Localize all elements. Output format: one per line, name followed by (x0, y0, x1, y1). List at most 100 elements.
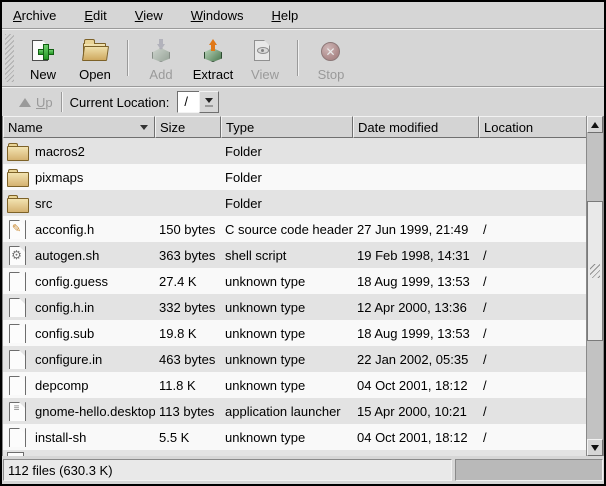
table-row[interactable]: src Folder (3, 190, 589, 216)
scroll-down-button[interactable] (587, 439, 603, 456)
table-row[interactable]: config.guess 27.4 K unknown type 18 Aug … (3, 268, 589, 294)
file-location-cell: / (479, 430, 589, 445)
table-row[interactable]: ≡ gnome-hello.desktop 113 bytes applicat… (3, 398, 589, 424)
file-date-cell: 04 Oct 2001, 18:12 (353, 378, 479, 393)
file-name: depcomp (35, 378, 88, 393)
column-header-label: Type (226, 120, 254, 135)
folder-icon (7, 167, 29, 187)
file-location-cell: / (479, 378, 589, 393)
table-row[interactable]: ✎ acconfig.h 150 bytes C source code hea… (3, 216, 589, 242)
table-row[interactable]: config.sub 19.8 K unknown type 18 Aug 19… (3, 320, 589, 346)
file-name-cell: pixmaps (3, 167, 155, 187)
open-button[interactable]: Open (69, 32, 121, 84)
file-name-cell: ✎ acconfig.h (3, 219, 155, 239)
file-name-cell: config.h.in (3, 297, 155, 317)
table-row[interactable]: pixmaps Folder (3, 164, 589, 190)
status-bar: 112 files (630.3 K) (2, 456, 604, 484)
file-size-cell: 19.8 K (155, 326, 221, 341)
file-size-cell: 5.5 K (155, 430, 221, 445)
arrow-down-icon (591, 445, 599, 451)
file-name: install-sh (35, 430, 86, 445)
toolbar-button-label: Extract (193, 67, 233, 82)
file-name-cell: configure.in (3, 349, 155, 369)
file-name-cell: src (3, 193, 155, 213)
vertical-scrollbar[interactable] (586, 116, 603, 456)
document-icon (7, 297, 29, 317)
file-type-cell: unknown type (221, 430, 353, 445)
file-type-cell: unknown type (221, 378, 353, 393)
file-icon-glyph (9, 351, 24, 367)
file-icon-glyph (9, 169, 24, 185)
table-row[interactable]: macros2 Folder (3, 138, 589, 164)
scroll-up-button[interactable] (587, 116, 603, 133)
file-name: macros2 (35, 144, 85, 159)
location-dropdown-button[interactable] (199, 91, 219, 113)
menu-archive[interactable]: Archive (4, 4, 65, 27)
up-button: Up (17, 93, 59, 112)
file-icon-glyph: ⚙ (9, 247, 24, 263)
document-icon (7, 271, 29, 291)
file-date-cell: 04 Oct 2001, 18:12 (353, 430, 479, 445)
file-type-cell: unknown type (221, 352, 353, 367)
file-name-cell: config.guess (3, 271, 155, 291)
file-location-cell: / (479, 300, 589, 315)
file-type-cell: Folder (221, 170, 353, 185)
file-location-cell: / (479, 274, 589, 289)
column-header-type[interactable]: Type (221, 116, 353, 138)
file-location-cell: / (479, 326, 589, 341)
folder-icon (7, 141, 29, 161)
new-archive-icon (29, 39, 57, 65)
menu-bar: Archive Edit View Windows Help (2, 2, 604, 28)
scrollbar-thumb[interactable] (587, 201, 603, 341)
column-header-location[interactable]: Location (479, 116, 589, 138)
table-row[interactable]: install-sh 5.5 K unknown type 04 Oct 200… (3, 424, 589, 450)
file-location-cell: / (479, 248, 589, 263)
document-icon (7, 323, 29, 343)
file-icon-glyph (9, 377, 24, 393)
extract-button[interactable]: Extract (187, 32, 239, 84)
file-type-cell: application launcher (221, 404, 353, 419)
toolbar-drag-handle[interactable] (5, 34, 14, 82)
menu-help[interactable]: Help (262, 4, 307, 27)
file-icon-glyph: ✎ (9, 221, 24, 237)
partial-row (3, 450, 603, 456)
menu-edit[interactable]: Edit (75, 4, 115, 27)
menu-windows[interactable]: Windows (182, 4, 253, 27)
file-date-cell: 18 Aug 1999, 13:53 (353, 274, 479, 289)
table-row[interactable]: depcomp 11.8 K unknown type 04 Oct 2001,… (3, 372, 589, 398)
status-text: 112 files (630.3 K) (3, 459, 452, 481)
toolbar-button-label: Add (149, 67, 172, 82)
view-file-icon (251, 39, 279, 65)
file-type-cell: shell script (221, 248, 353, 263)
archive-manager-window: Archive Edit View Windows Help New Open … (0, 0, 606, 486)
file-name-cell: install-sh (3, 427, 155, 447)
file-size-cell: 11.8 K (155, 378, 221, 393)
file-date-cell: 12 Apr 2000, 13:36 (353, 300, 479, 315)
new-button[interactable]: New (17, 32, 69, 84)
column-header-size[interactable]: Size (155, 116, 221, 138)
file-name: config.guess (35, 274, 108, 289)
file-size-cell: 150 bytes (155, 222, 221, 237)
menu-view[interactable]: View (126, 4, 172, 27)
file-type-cell: C source code header (221, 222, 353, 237)
table-row[interactable]: config.h.in 332 bytes unknown type 12 Ap… (3, 294, 589, 320)
table-row[interactable]: ⚙ autogen.sh 363 bytes shell script 19 F… (3, 242, 589, 268)
file-type-cell: Folder (221, 144, 353, 159)
file-date-cell: 18 Aug 1999, 13:53 (353, 326, 479, 341)
file-name-cell: config.sub (3, 323, 155, 343)
launcher-icon: ≡ (7, 401, 29, 421)
file-table: Name Size Type Date modified Location ma… (2, 116, 604, 456)
file-date-cell: 19 Feb 1998, 14:31 (353, 248, 479, 263)
add-files-icon (147, 39, 175, 65)
table-row[interactable]: configure.in 463 bytes unknown type 22 J… (3, 346, 589, 372)
file-icon-glyph (9, 143, 24, 159)
c-header-icon: ✎ (7, 219, 29, 239)
column-header-name[interactable]: Name (3, 116, 155, 138)
current-location-label: Current Location: (70, 95, 170, 110)
toolbar-separator (127, 40, 129, 76)
file-icon-glyph (9, 299, 24, 315)
toolbar-button-label: Open (79, 67, 111, 82)
column-header-date-modified[interactable]: Date modified (353, 116, 479, 138)
location-input[interactable]: / (177, 91, 199, 113)
progress-area (455, 459, 603, 481)
